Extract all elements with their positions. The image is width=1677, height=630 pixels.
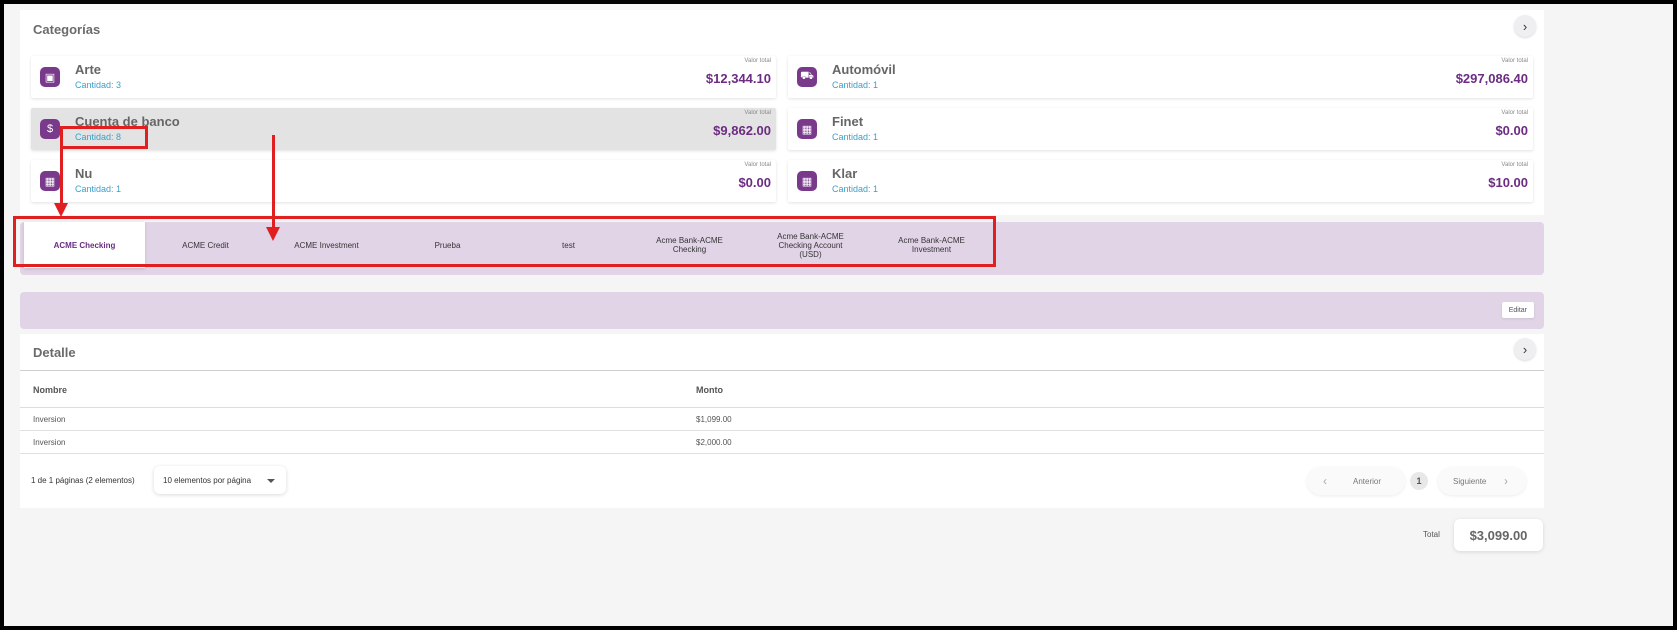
pagination-summary: 1 de 1 páginas (2 elementos)	[31, 476, 135, 485]
column-header-monto[interactable]: Monto	[696, 385, 723, 395]
detalle-table-header: Nombre Monto	[20, 370, 1544, 408]
annotation-arrowhead-left	[54, 203, 68, 217]
previous-label: Anterior	[1353, 477, 1382, 486]
total-label: Total	[1423, 530, 1440, 539]
category-value: $12,344.10	[705, 71, 771, 86]
chevron-right-icon: ›	[1522, 18, 1528, 34]
category-value: $0.00	[1495, 123, 1528, 138]
chevron-right-icon: ›	[1522, 341, 1528, 357]
total-value: $3,099.00	[1454, 519, 1543, 551]
annotation-highlight-tabs	[13, 216, 996, 267]
category-card-arte[interactable]: ▣ Arte Cantidad: 3 Valor total $12,344.1…	[31, 56, 776, 98]
category-name: Arte	[75, 62, 102, 77]
grid-icon: ▦	[797, 119, 817, 139]
annotation-arrow-line-left	[60, 149, 63, 203]
chevron-right-icon: ›	[1504, 474, 1508, 488]
edit-button[interactable]: Editar	[1501, 302, 1534, 318]
category-count: Cantidad: 1	[832, 184, 879, 194]
category-card-klar[interactable]: ▦ Klar Cantidad: 1 Valor total $10.00	[788, 160, 1533, 202]
detalle-expand-button[interactable]: ›	[1514, 338, 1536, 360]
account-toolbar: Editar	[20, 292, 1544, 329]
previous-page-button[interactable]: ‹ Anterior	[1307, 467, 1405, 495]
cell-nombre: Inversion	[33, 415, 66, 424]
column-header-nombre[interactable]: Nombre	[33, 385, 67, 395]
bank-document-icon: $	[40, 119, 60, 139]
category-name: Finet	[832, 114, 864, 129]
car-icon: ⛟	[797, 67, 817, 87]
grid-icon: ▦	[797, 171, 817, 191]
categorias-title: Categorías	[33, 22, 101, 37]
chevron-left-icon: ‹	[1323, 474, 1327, 488]
cell-monto: $1,099.00	[696, 415, 732, 424]
category-card-nu[interactable]: ▦ Nu Cantidad: 1 Valor total $0.00	[31, 160, 776, 202]
category-value: $9,862.00	[713, 123, 771, 138]
category-count: Cantidad: 3	[75, 80, 122, 90]
category-name: Klar	[832, 166, 858, 181]
category-value-label: Valor total	[744, 110, 771, 116]
category-value: $297,086.40	[1455, 71, 1528, 86]
category-count: Cantidad: 1	[832, 132, 879, 142]
cell-nombre: Inversion	[33, 438, 66, 447]
caret-down-icon	[267, 479, 275, 483]
app-frame: Categorías › ▣ Arte Cantidad: 3 Valor to…	[4, 4, 1673, 626]
category-name: Automóvil	[832, 62, 896, 77]
next-page-button[interactable]: Siguiente ›	[1438, 467, 1526, 495]
category-name: Nu	[75, 166, 93, 181]
per-page-value: 10 elementos por página	[163, 476, 252, 485]
table-row: Inversion $1,099.00	[20, 408, 1544, 431]
next-label: Siguiente	[1453, 477, 1487, 486]
annotation-highlight-count	[60, 126, 148, 149]
per-page-select[interactable]: 10 elementos por página	[154, 466, 286, 494]
category-value: $0.00	[738, 175, 771, 190]
category-count: Cantidad: 1	[75, 184, 122, 194]
detalle-title: Detalle	[33, 345, 76, 360]
category-value-label: Valor total	[1501, 110, 1528, 116]
category-value-label: Valor total	[1501, 162, 1528, 168]
table-row: Inversion $2,000.00	[20, 431, 1544, 454]
category-count: Cantidad: 1	[832, 80, 879, 90]
image-icon: ▣	[40, 67, 60, 87]
category-card-finet[interactable]: ▦ Finet Cantidad: 1 Valor total $0.00	[788, 108, 1533, 150]
category-value-label: Valor total	[744, 58, 771, 64]
category-card-automovil[interactable]: ⛟ Automóvil Cantidad: 1 Valor total $297…	[788, 56, 1533, 98]
categorias-expand-button[interactable]: ›	[1514, 15, 1536, 37]
annotation-arrow-line-right	[272, 135, 275, 227]
category-value: $10.00	[1488, 175, 1528, 190]
category-value-label: Valor total	[1501, 58, 1528, 64]
page-number-button[interactable]: 1	[1410, 472, 1428, 490]
grid-icon: ▦	[40, 171, 60, 191]
cell-monto: $2,000.00	[696, 438, 732, 447]
category-value-label: Valor total	[744, 162, 771, 168]
